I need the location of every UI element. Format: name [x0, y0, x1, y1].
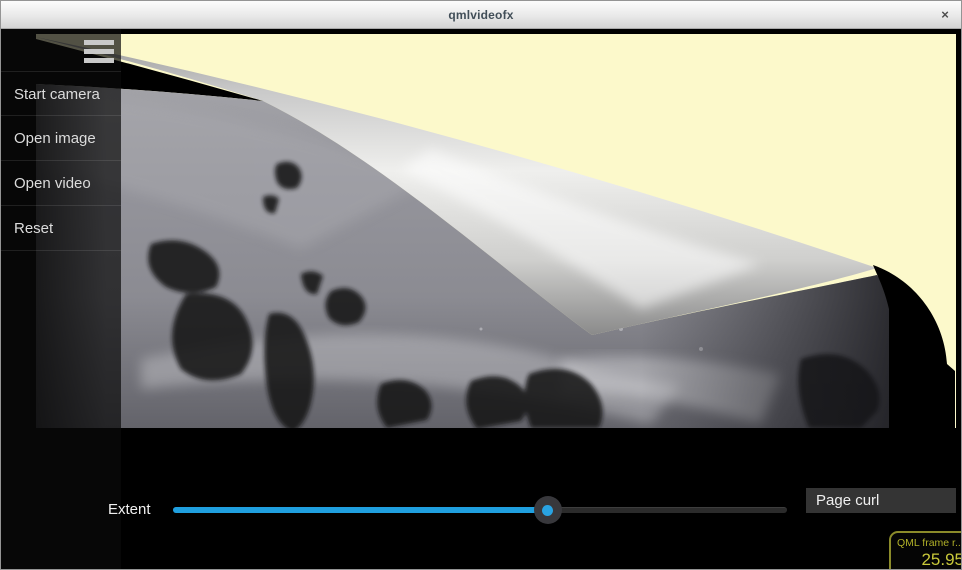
slider-fill	[173, 507, 548, 513]
app-window: qmlvideofx ×	[0, 0, 962, 570]
effect-selector-button[interactable]: Page curl	[806, 488, 956, 513]
titlebar: qmlvideofx ×	[1, 1, 961, 29]
close-icon[interactable]: ×	[937, 7, 953, 23]
sidebar-menu: Start camera Open image Open video Reset	[1, 71, 121, 251]
main-area: Start camera Open image Open video Reset…	[1, 29, 961, 569]
slider-handle-dot	[542, 505, 553, 516]
extent-label: Extent	[108, 501, 151, 518]
sidebar-item-start-camera[interactable]: Start camera	[1, 71, 121, 116]
window-title: qmlvideofx	[1, 8, 961, 22]
fps-label: QML frame r...	[891, 537, 961, 549]
sidebar-item-open-video[interactable]: Open video	[1, 161, 121, 206]
sidebar-item-reset[interactable]: Reset	[1, 206, 121, 251]
fps-overlay: QML frame r... 25.95	[889, 531, 961, 569]
hamburger-menu-icon[interactable]	[84, 40, 114, 67]
fps-value: 25.95	[891, 550, 961, 569]
slider-handle[interactable]	[534, 496, 562, 524]
extent-slider[interactable]	[173, 493, 787, 525]
sidebar: Start camera Open image Open video Reset	[1, 29, 121, 569]
sidebar-item-open-image[interactable]: Open image	[1, 116, 121, 161]
